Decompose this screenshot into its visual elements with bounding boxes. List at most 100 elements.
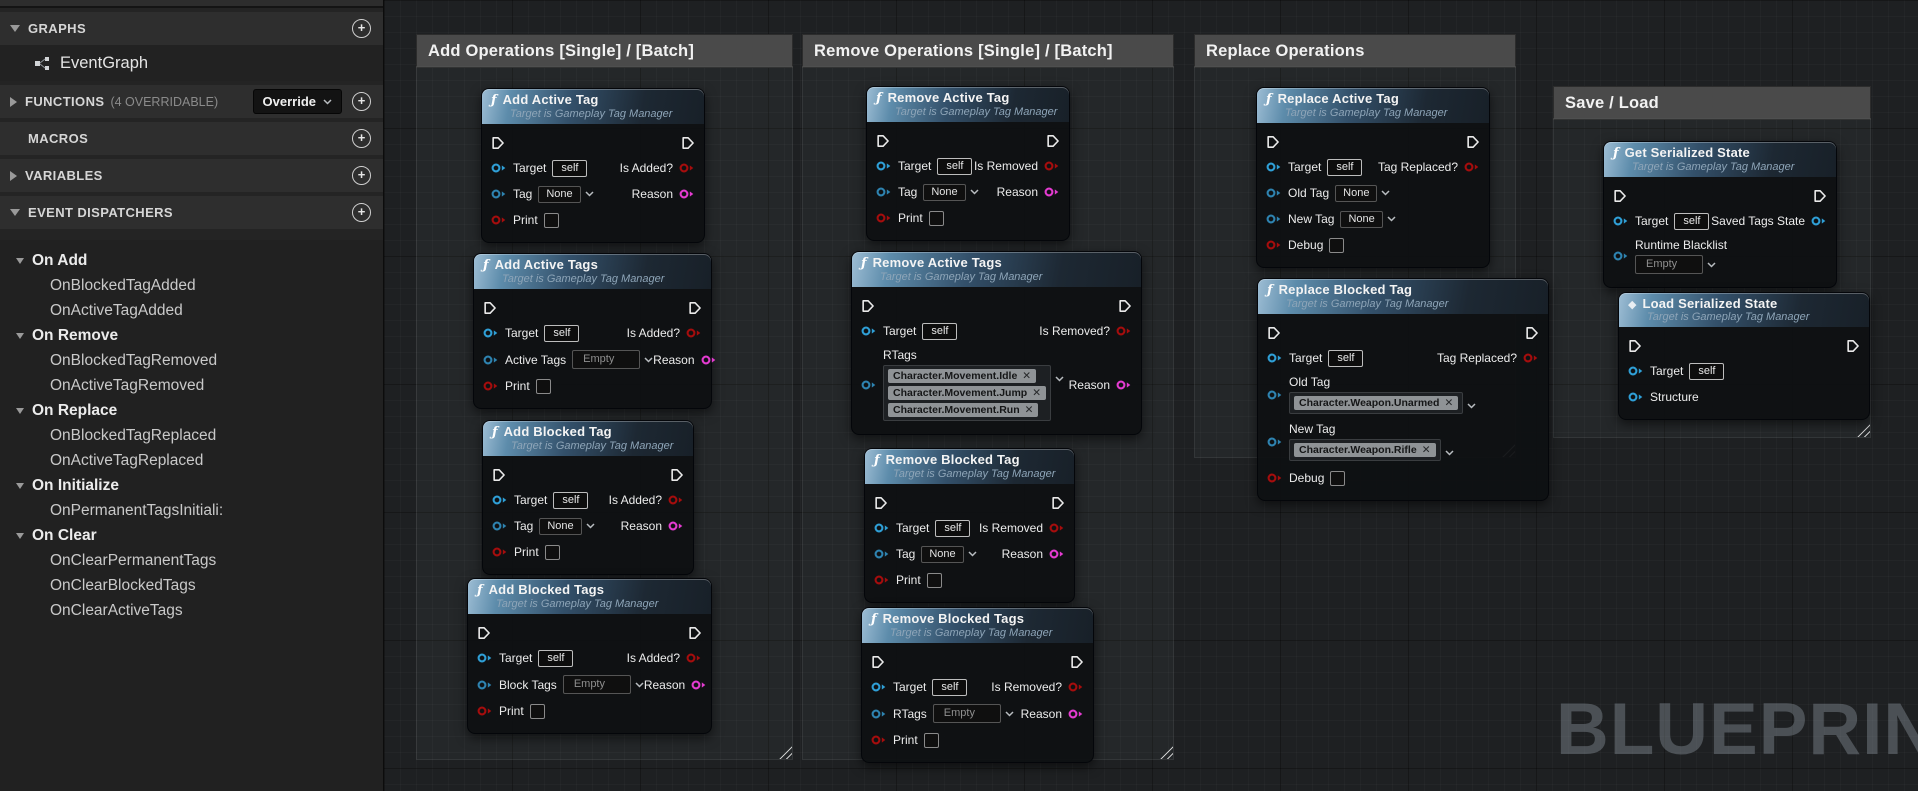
print-checkbox[interactable] xyxy=(529,703,545,719)
target-value-field[interactable]: self xyxy=(937,157,973,175)
target-value-field[interactable]: self xyxy=(1327,158,1363,176)
node-header-replace-blocked-tag[interactable]: ƒ Replace Blocked Tag Target is Gameplay … xyxy=(1258,279,1548,314)
node-remove-blocked-tags[interactable]: ƒ Remove Blocked Tags Target is Gameplay … xyxy=(861,607,1094,763)
input-pin-bool[interactable] xyxy=(483,380,499,392)
node-get-serialized-state[interactable]: ƒ Get Serialized State Target is Gameplay… xyxy=(1603,141,1837,288)
input-pin-tag[interactable] xyxy=(861,379,877,391)
dispatcher-item[interactable]: OnPermanentTagsInitiali: xyxy=(0,498,383,523)
output-pin-bool[interactable] xyxy=(1464,161,1480,173)
chevron-down-icon[interactable] xyxy=(635,681,644,688)
input-pin-bool[interactable] xyxy=(1267,472,1283,484)
new-tag-dropdown[interactable]: None xyxy=(1340,210,1383,228)
input-pin-tag[interactable] xyxy=(874,548,890,560)
node-header-remove-blocked-tag[interactable]: ƒ Remove Blocked Tag Target is Gameplay T… xyxy=(865,449,1074,484)
chevron-down-icon[interactable] xyxy=(1055,376,1064,382)
exec-in-pin[interactable] xyxy=(483,301,497,315)
input-pin-tag[interactable] xyxy=(1266,213,1282,225)
output-pin-bool[interactable] xyxy=(668,494,684,506)
target-value-field[interactable]: self xyxy=(1689,362,1725,380)
input-pin-target[interactable] xyxy=(1613,215,1629,227)
node-remove-active-tag[interactable]: ƒ Remove Active Tag Target is Gameplay Ta… xyxy=(866,86,1070,241)
dispatcher-item[interactable]: OnBlockedTagAdded xyxy=(0,273,383,298)
chevron-down-icon[interactable] xyxy=(1467,403,1476,409)
input-pin-tag[interactable] xyxy=(483,354,499,366)
exec-out-pin[interactable] xyxy=(1846,339,1860,353)
input-pin-tag[interactable] xyxy=(492,520,508,532)
dispatcher-item[interactable]: OnActiveTagReplaced xyxy=(0,448,383,473)
section-header-graphs[interactable]: GRAPHS + xyxy=(0,12,383,45)
input-pin-tag[interactable] xyxy=(1267,389,1283,401)
node-header-replace-active-tag[interactable]: ƒ Replace Active Tag Target is Gameplay T… xyxy=(1257,88,1489,123)
dispatcher-item[interactable]: OnBlockedTagRemoved xyxy=(0,348,383,373)
input-pin-tag[interactable] xyxy=(1267,436,1283,448)
input-pin-struct[interactable] xyxy=(1628,391,1644,403)
target-value-field[interactable]: self xyxy=(538,649,574,667)
exec-in-pin[interactable] xyxy=(874,496,888,510)
node-replace-active-tag[interactable]: ƒ Replace Active Tag Target is Gameplay T… xyxy=(1256,87,1490,268)
output-pin-reason[interactable] xyxy=(679,188,695,200)
dispatcher-group-on-initialize[interactable]: On Initialize xyxy=(0,473,383,498)
chevron-down-icon[interactable] xyxy=(586,523,595,529)
active-tags-dropdown[interactable]: Empty xyxy=(572,350,641,369)
expand-arrow-icon[interactable] xyxy=(16,257,24,264)
expand-arrow-icon[interactable] xyxy=(16,532,24,539)
output-pin-bool[interactable] xyxy=(1068,681,1084,693)
section-header-macros[interactable]: MACROS + xyxy=(0,122,383,155)
input-pin-target[interactable] xyxy=(1267,352,1283,364)
chevron-down-icon[interactable] xyxy=(1387,216,1396,222)
exec-in-pin[interactable] xyxy=(1613,189,1627,203)
output-pin-reason[interactable] xyxy=(1044,186,1060,198)
target-value-field[interactable]: self xyxy=(544,324,580,342)
remove-tag-icon[interactable]: ✕ xyxy=(1444,397,1453,409)
remove-tag-icon[interactable]: ✕ xyxy=(1022,370,1031,382)
node-replace-blocked-tag[interactable]: ƒ Replace Blocked Tag Target is Gameplay … xyxy=(1257,278,1549,501)
input-pin-bool[interactable] xyxy=(491,214,507,226)
input-pin-tag[interactable] xyxy=(1266,187,1282,199)
node-remove-blocked-tag[interactable]: ƒ Remove Blocked Tag Target is Gameplay T… xyxy=(864,448,1075,603)
output-pin-bool[interactable] xyxy=(1044,160,1060,172)
gameplay-tag-chip[interactable]: Character.Movement.Run ✕ xyxy=(888,403,1039,417)
add-event-dispatchers-button[interactable]: + xyxy=(352,203,371,222)
node-header-remove-active-tags[interactable]: ƒ Remove Active Tags Target is Gameplay T… xyxy=(852,252,1141,287)
section-header-variables[interactable]: VARIABLES + xyxy=(0,159,383,192)
add-variables-button[interactable]: + xyxy=(352,166,371,185)
print-checkbox[interactable] xyxy=(928,210,944,226)
node-header-get-serialized-state[interactable]: ƒ Get Serialized State Target is Gameplay… xyxy=(1604,142,1836,177)
input-pin-target[interactable] xyxy=(483,327,499,339)
node-header-add-active-tags[interactable]: ƒ Add Active Tags Target is Gameplay Tag … xyxy=(474,254,711,289)
output-pin-reason[interactable] xyxy=(1068,708,1084,720)
input-pin-target[interactable] xyxy=(876,160,892,172)
input-pin-target[interactable] xyxy=(1266,161,1282,173)
chevron-down-icon[interactable] xyxy=(1381,190,1390,196)
output-pin-bool[interactable] xyxy=(686,327,702,339)
chevron-down-icon[interactable] xyxy=(968,551,977,557)
exec-in-pin[interactable] xyxy=(491,136,505,150)
target-value-field[interactable]: self xyxy=(1674,212,1710,230)
node-add-active-tag[interactable]: ƒ Add Active Tag Target is Gameplay Tag M… xyxy=(481,88,705,243)
override-dropdown[interactable]: Override xyxy=(252,89,342,114)
old-tag-dropdown[interactable]: None xyxy=(1335,184,1378,202)
target-value-field[interactable]: self xyxy=(922,322,958,340)
gameplay-tag-chip[interactable]: Character.Movement.Idle ✕ xyxy=(888,369,1037,383)
exec-in-pin[interactable] xyxy=(477,626,491,640)
exec-out-pin[interactable] xyxy=(1118,299,1132,313)
add-functions-button[interactable]: + xyxy=(352,92,371,111)
remove-tag-icon[interactable]: ✕ xyxy=(1025,404,1034,416)
expand-arrow-icon[interactable] xyxy=(16,482,24,489)
chevron-down-icon[interactable] xyxy=(644,356,653,363)
exec-out-pin[interactable] xyxy=(688,301,702,315)
rtags-dropdown[interactable]: Empty xyxy=(932,704,1001,723)
input-pin-target[interactable] xyxy=(491,162,507,174)
target-value-field[interactable]: self xyxy=(1328,349,1364,367)
input-pin-bool[interactable] xyxy=(1266,239,1282,251)
print-checkbox[interactable] xyxy=(543,212,559,228)
chevron-down-icon[interactable] xyxy=(585,191,594,197)
chevron-down-icon[interactable] xyxy=(1005,710,1014,717)
dispatcher-group-on-clear[interactable]: On Clear xyxy=(0,523,383,548)
output-pin-bool[interactable] xyxy=(679,162,695,174)
node-header-add-active-tag[interactable]: ƒ Add Active Tag Target is Gameplay Tag M… xyxy=(482,89,704,124)
dispatcher-item[interactable]: OnClearBlockedTags xyxy=(0,573,383,598)
dispatcher-group-on-add[interactable]: On Add xyxy=(0,248,383,273)
exec-in-pin[interactable] xyxy=(1628,339,1642,353)
exec-out-pin[interactable] xyxy=(681,136,695,150)
